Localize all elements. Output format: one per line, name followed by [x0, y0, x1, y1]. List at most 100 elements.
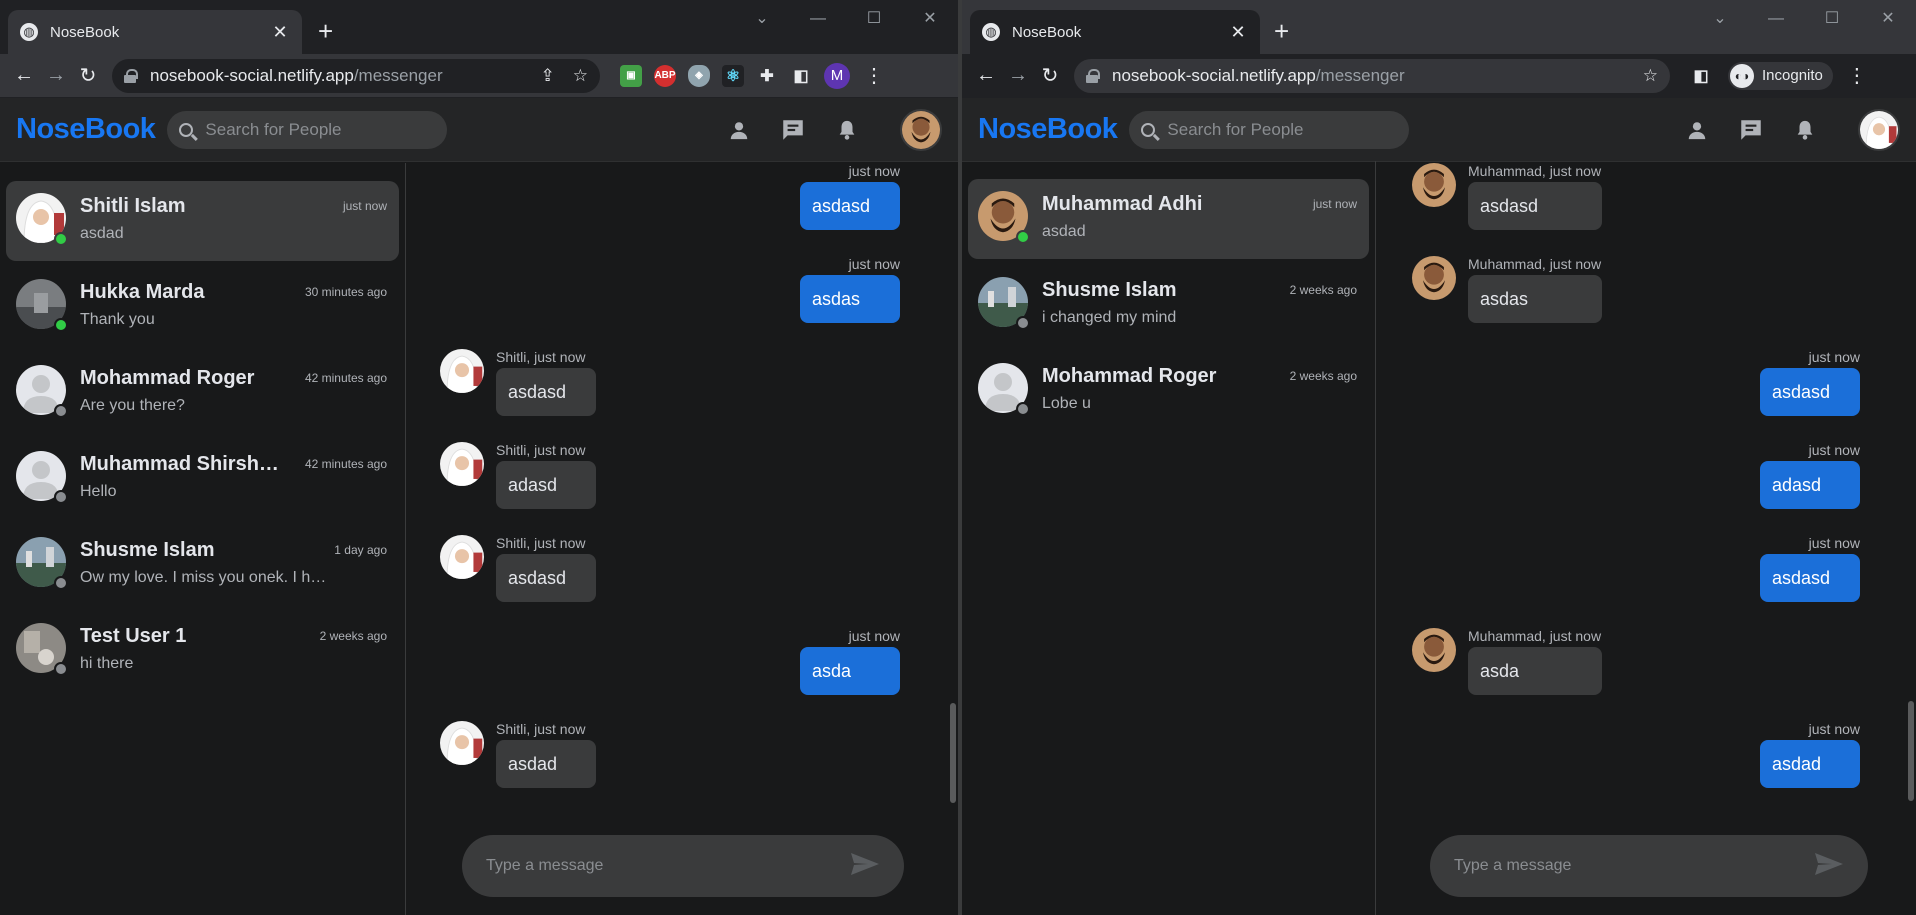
- conversation-name: Shitli Islam: [80, 195, 186, 217]
- reload-button[interactable]: ↻: [72, 60, 104, 92]
- bookmark-star-icon[interactable]: ☆: [1643, 66, 1658, 86]
- message-bubble[interactable]: asdasd: [800, 182, 900, 230]
- sender-avatar[interactable]: [1412, 628, 1456, 672]
- send-icon[interactable]: [1814, 852, 1844, 881]
- browser-tab[interactable]: ◍ NoseBook ✕: [970, 10, 1260, 54]
- messenger-icon[interactable]: [1738, 117, 1764, 143]
- chrome-menu-icon[interactable]: ⋮: [1847, 63, 1867, 88]
- title-bar: ◍ NoseBook ✕ + ⌄ — ☐ ✕: [0, 0, 958, 54]
- message-list[interactable]: Muhammad, just now asdasd Muhammad, just…: [1376, 161, 1916, 831]
- user-avatar[interactable]: [1858, 108, 1900, 151]
- sender-avatar[interactable]: [1412, 163, 1456, 207]
- app-logo[interactable]: NoseBook: [16, 113, 156, 146]
- message-bubble[interactable]: asdasd: [1760, 554, 1860, 602]
- people-search[interactable]: [1129, 110, 1410, 149]
- sender-avatar[interactable]: [440, 721, 484, 765]
- message-bubble[interactable]: asdas: [800, 275, 900, 323]
- tab-search-icon[interactable]: ⌄: [734, 4, 790, 34]
- incognito-indicator[interactable]: ◐◑ Incognito: [1728, 61, 1833, 90]
- message-bubble[interactable]: asdas: [1468, 275, 1602, 323]
- person-icon[interactable]: [1684, 117, 1710, 143]
- message-list[interactable]: just now asdasd just now asdas Shitli, j…: [406, 163, 958, 831]
- conversation-item[interactable]: Mohammad Roger 2 weeks ago Lobe u: [968, 351, 1369, 431]
- shield-extension-icon[interactable]: ◈: [688, 64, 710, 87]
- new-tab-button[interactable]: +: [1274, 18, 1289, 44]
- chat-scrollbar[interactable]: [950, 163, 956, 803]
- conversation-item[interactable]: Mohammad Roger 42 minutes ago Are you th…: [6, 353, 399, 433]
- minimize-button[interactable]: —: [790, 4, 846, 34]
- message-bubble[interactable]: asda: [800, 647, 900, 695]
- notifications-bell-icon[interactable]: [834, 117, 860, 143]
- message-input[interactable]: [1454, 857, 1814, 875]
- minimize-button[interactable]: —: [1748, 4, 1804, 34]
- message-bubble[interactable]: asdasd: [496, 554, 596, 602]
- sender-avatar[interactable]: [1412, 256, 1456, 300]
- profile-avatar-button[interactable]: M: [824, 62, 850, 89]
- message-input[interactable]: [486, 857, 850, 875]
- conversation-item[interactable]: Test User 1 2 weeks ago hi there: [6, 611, 399, 691]
- conversation-item[interactable]: Hukka Marda 30 minutes ago Thank you: [6, 267, 399, 347]
- chat-scrollbar[interactable]: [1908, 161, 1914, 801]
- conversation-item[interactable]: Muhammad Shirsho ... 42 minutes ago Hell…: [6, 439, 399, 519]
- close-window-button[interactable]: ✕: [1860, 4, 1916, 34]
- people-search[interactable]: [167, 110, 448, 149]
- message-bubble[interactable]: adasd: [496, 461, 596, 509]
- notifications-bell-icon[interactable]: [1792, 117, 1818, 143]
- sender-avatar[interactable]: [440, 349, 484, 393]
- messenger-icon[interactable]: [780, 117, 806, 143]
- back-button[interactable]: ←: [8, 60, 40, 92]
- sender-avatar[interactable]: [440, 442, 484, 486]
- scrollbar-thumb[interactable]: [950, 703, 956, 803]
- url-text[interactable]: nosebook-social.netlify.app/messenger: [1112, 66, 1625, 86]
- app-logo[interactable]: NoseBook: [978, 113, 1118, 146]
- maximize-button[interactable]: ☐: [846, 4, 902, 34]
- conversation-item[interactable]: Muhammad Adhi just now asdad: [968, 179, 1369, 259]
- left-browser-window: ◍ NoseBook ✕ + ⌄ — ☐ ✕ ← → ↻ nosebook-so…: [0, 0, 958, 915]
- message-bubble[interactable]: asda: [1468, 647, 1602, 695]
- address-bar[interactable]: nosebook-social.netlify.app/messenger ⇪ …: [112, 58, 600, 93]
- forward-button[interactable]: →: [1002, 60, 1034, 92]
- close-window-button[interactable]: ✕: [902, 4, 958, 34]
- chrome-menu-icon[interactable]: ⋮: [864, 63, 884, 88]
- react-devtools-icon[interactable]: ⚛: [722, 64, 744, 87]
- message-bubble[interactable]: asdad: [496, 740, 596, 788]
- conversation-item[interactable]: Shitli Islam just now asdad: [6, 181, 399, 261]
- window-controls: ⌄ — ☐ ✕: [734, 4, 958, 34]
- back-button[interactable]: ←: [970, 60, 1002, 92]
- message-bubble[interactable]: asdasd: [1760, 368, 1860, 416]
- send-icon[interactable]: [850, 852, 880, 881]
- user-avatar[interactable]: [900, 108, 942, 151]
- close-tab-icon[interactable]: ✕: [1228, 22, 1248, 43]
- extension-green-icon[interactable]: ▣: [620, 64, 642, 87]
- adblock-icon[interactable]: ABP: [654, 64, 676, 87]
- search-input[interactable]: [205, 119, 426, 140]
- tab-title: NoseBook: [1012, 23, 1082, 41]
- conversation-item[interactable]: Shusme Islam 1 day ago Ow my love. I mis…: [6, 525, 399, 605]
- message-bubble[interactable]: asdasd: [496, 368, 596, 416]
- close-tab-icon[interactable]: ✕: [270, 22, 290, 43]
- lock-icon[interactable]: [124, 68, 138, 83]
- new-tab-button[interactable]: +: [318, 18, 333, 44]
- message-bubble[interactable]: adasd: [1760, 461, 1860, 509]
- browser-tab[interactable]: ◍ NoseBook ✕: [8, 10, 302, 54]
- message-bubble[interactable]: asdasd: [1468, 182, 1602, 230]
- tab-search-icon[interactable]: ⌄: [1692, 4, 1748, 34]
- message-bubble[interactable]: asdad: [1760, 740, 1860, 788]
- extensions-puzzle-icon[interactable]: ✚: [756, 65, 778, 87]
- sender-avatar[interactable]: [440, 535, 484, 579]
- bookmark-star-icon[interactable]: ☆: [573, 66, 588, 86]
- scrollbar-thumb[interactable]: [1908, 701, 1914, 801]
- search-input[interactable]: [1167, 119, 1388, 140]
- side-panel-icon[interactable]: ◧: [1690, 65, 1712, 87]
- person-icon[interactable]: [726, 117, 752, 143]
- globe-icon: ◍: [20, 23, 38, 41]
- side-panel-icon[interactable]: ◧: [790, 65, 812, 87]
- url-text[interactable]: nosebook-social.netlify.app/messenger: [150, 66, 523, 86]
- forward-button[interactable]: →: [40, 60, 72, 92]
- conversation-item[interactable]: Shusme Islam 2 weeks ago i changed my mi…: [968, 265, 1369, 345]
- lock-icon[interactable]: [1086, 68, 1100, 83]
- share-icon[interactable]: ⇪: [541, 66, 555, 86]
- reload-button[interactable]: ↻: [1034, 60, 1066, 92]
- maximize-button[interactable]: ☐: [1804, 4, 1860, 34]
- address-bar[interactable]: nosebook-social.netlify.app/messenger ☆: [1074, 58, 1670, 93]
